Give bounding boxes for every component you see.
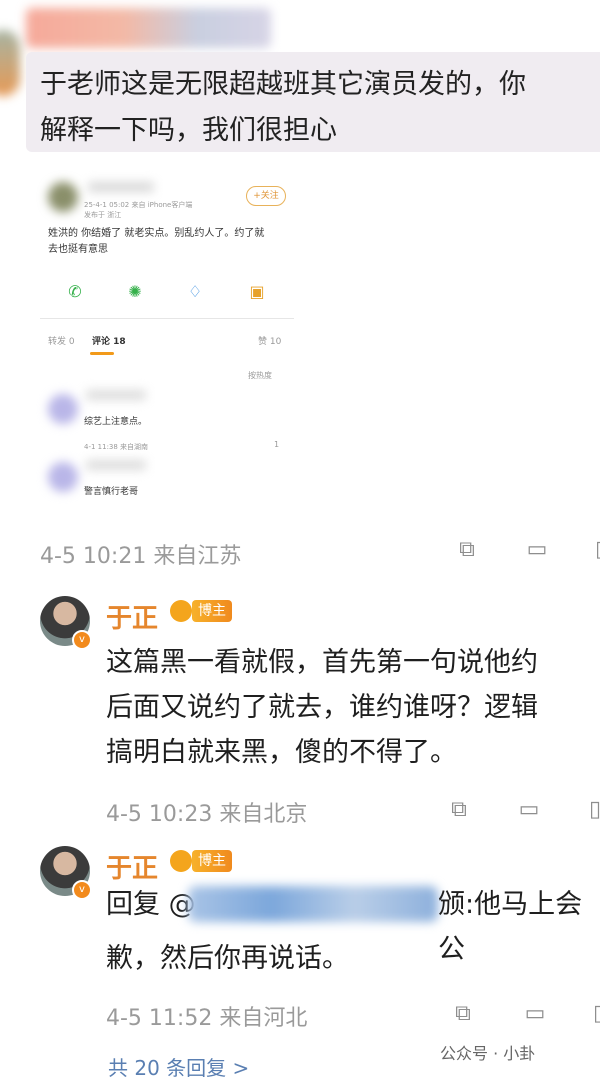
crown-icon — [170, 600, 192, 622]
verified-badge-icon: v — [72, 880, 92, 900]
author-badge: 博主 — [192, 600, 232, 622]
reply-text: 歉，然后你再说话。 — [106, 943, 349, 974]
embed-comment-name — [86, 390, 146, 400]
embed-post-text: 姓洪的 你结婚了 就老实点。别乱约人了。约了就 去也挺有意思 — [48, 228, 265, 255]
like-icon[interactable]: ▯ — [586, 538, 600, 562]
embed-tab-repost: 转发 0 — [48, 337, 75, 347]
reply-meta: 4-5 10:23 来自北京 — [106, 802, 308, 827]
reply-username[interactable]: 于正 — [106, 848, 158, 885]
reply-prefix: 回复 @ — [106, 889, 196, 920]
embed-comment-text: 警言慎行老哥 — [84, 487, 139, 497]
blurred-mention[interactable] — [188, 886, 438, 922]
embed-comment-avatar — [48, 394, 78, 424]
like-icon[interactable]: ▯ — [580, 798, 600, 822]
reply-username[interactable]: 于正 — [106, 598, 158, 635]
commenter-avatar[interactable] — [0, 30, 20, 96]
comment-icon[interactable]: ▭ — [514, 798, 544, 822]
embed-meta: 25-4-1 05:02 来自 iPhone客户端 — [84, 201, 193, 209]
embed-tab-underline — [90, 352, 114, 355]
embed-comment-name — [86, 460, 146, 470]
crown-icon — [170, 850, 192, 872]
comment-meta: 4-5 10:21 来自江苏 — [40, 544, 242, 569]
share-icon[interactable]: ⧉ — [448, 1002, 478, 1026]
qq-share-icon: ♢ — [187, 281, 203, 301]
like-icon[interactable]: ▯ — [584, 1002, 600, 1026]
share-icon[interactable]: ⧉ — [444, 798, 474, 822]
watermark: 公众号 · 小卦 — [440, 1044, 536, 1063]
wechat-share-icon: ✆ — [68, 281, 82, 301]
moments-share-icon: ✺ — [128, 281, 142, 301]
comment-text: 于老师这是无限超越班其它演员发的，你 解释一下吗，我们很担心 — [40, 69, 526, 146]
embed-location: 发布于 浙江 — [84, 211, 122, 219]
embed-avatar — [48, 182, 78, 212]
embed-comment-like-count: 1 — [274, 440, 280, 449]
reply-suffix: 颁:他马上会公 — [438, 889, 583, 965]
embed-follow-button: +关注 — [246, 186, 286, 206]
verified-badge-icon: v — [72, 630, 92, 650]
embed-username — [88, 182, 154, 192]
embedded-screenshot[interactable]: 25-4-1 05:02 来自 iPhone客户端 发布于 浙江 +关注 姓洪的… — [40, 168, 294, 514]
embed-comment-avatar — [48, 462, 78, 492]
comment-icon[interactable]: ▭ — [520, 1002, 550, 1026]
author-badge: 博主 — [192, 850, 232, 872]
blurred-username — [26, 8, 271, 48]
reply-meta: 4-5 11:52 来自河北 — [106, 1006, 308, 1031]
more-replies-link[interactable]: 共 20 条回复 > — [108, 1052, 249, 1081]
save-icon: ▣ — [249, 281, 265, 301]
embed-divider — [40, 318, 294, 319]
embed-sort-label: 按热度 — [248, 371, 272, 380]
comment-icon[interactable]: ▭ — [522, 538, 552, 562]
share-icon[interactable]: ⧉ — [452, 538, 482, 562]
embed-tab-likes: 赞 10 — [258, 337, 282, 347]
reply-text: 这篇黑一看就假，首先第一句说他约 后面又说约了就去，谁约谁呀？逻辑 搞明白就来黑… — [106, 647, 538, 768]
embed-comment-meta: 4-1 11:38 来自湖南 — [84, 443, 149, 451]
embed-comment-text: 综艺上注意点。 — [84, 417, 148, 427]
embed-tab-comments: 评论 18 — [92, 337, 126, 347]
